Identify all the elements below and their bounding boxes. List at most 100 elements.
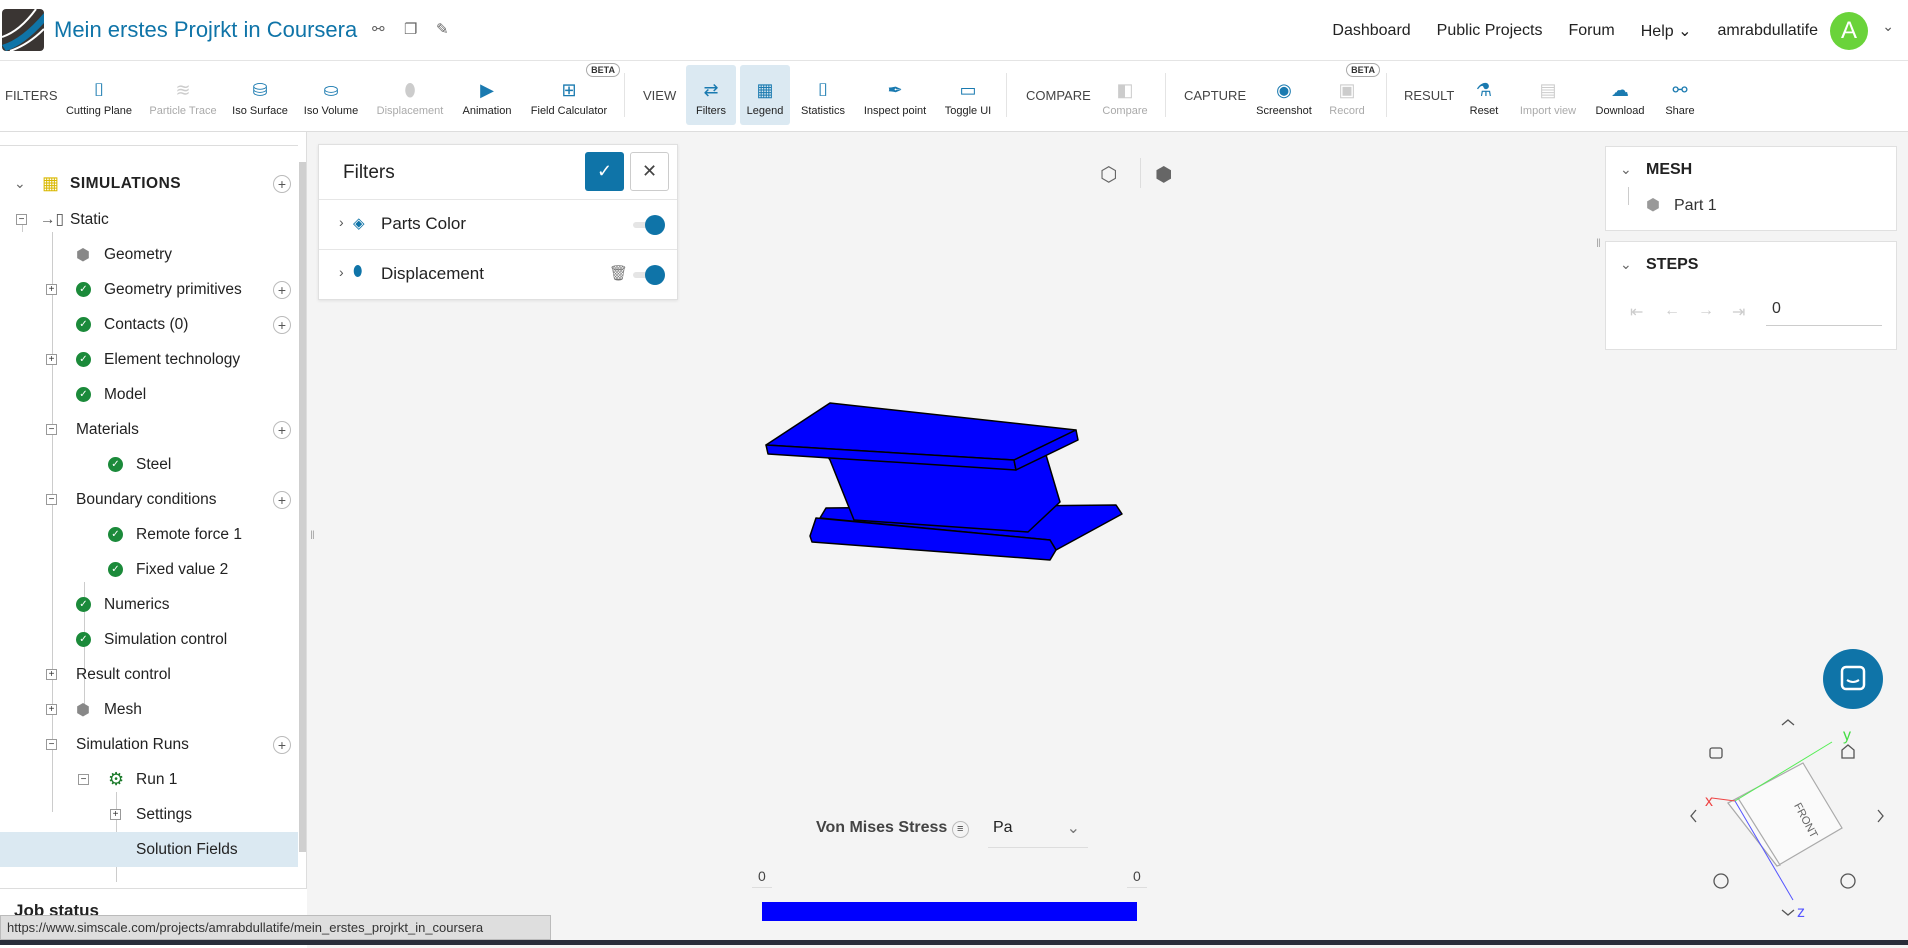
username[interactable]: amrabdullatife — [1718, 22, 1819, 40]
collapse-icon[interactable]: − — [16, 214, 27, 225]
screenshot-button[interactable]: ◉ Screenshot — [1254, 65, 1314, 125]
filters-button[interactable]: ⇄ Filters — [686, 65, 736, 125]
add-button[interactable]: + — [273, 490, 291, 509]
collapse-icon[interactable]: − — [46, 424, 57, 435]
nav-public-projects[interactable]: Public Projects — [1437, 22, 1543, 40]
tree-item[interactable]: ✓ Fixed value 2 — [0, 552, 298, 587]
view-navigator[interactable]: FRONT y x z — [1660, 700, 1908, 940]
chevron-down-icon[interactable]: ⌄ — [1620, 256, 1632, 273]
prev-step-icon[interactable]: ← — [1664, 302, 1680, 320]
tree-item[interactable]: + Settings — [0, 797, 298, 832]
expand-icon[interactable]: + — [46, 284, 57, 295]
simscale-logo[interactable] — [2, 9, 44, 51]
chevron-right-icon[interactable]: › — [339, 214, 344, 230]
add-button[interactable]: + — [273, 280, 291, 299]
expand-icon[interactable]: + — [46, 354, 57, 365]
filters-icon: ⇄ — [703, 80, 719, 100]
particle-trace-button[interactable]: ≋ Particle Trace — [146, 65, 220, 125]
tree-item[interactable]: ✓ Contacts (0) + — [0, 307, 298, 342]
edit-pencil-icon[interactable]: ✎ — [436, 20, 449, 38]
collapse-icon[interactable]: − — [78, 774, 89, 785]
part-item[interactable]: Part 1 — [1674, 197, 1717, 215]
tree-item[interactable]: ✓ Numerics — [0, 587, 298, 622]
iso-volume-button[interactable]: ⛀ Iso Volume — [300, 65, 362, 125]
collapse-icon[interactable]: − — [46, 739, 57, 750]
legend-menu-icon[interactable]: ≡ — [951, 821, 969, 838]
sidebar-scrollbar[interactable] — [299, 162, 306, 852]
avatar[interactable]: A — [1830, 11, 1868, 50]
compare-button[interactable]: ◧ Compare — [1098, 65, 1152, 125]
filter-displacement[interactable]: › ⬮ Displacement 🗑 — [319, 250, 677, 300]
import-view-button[interactable]: ▤ Import view — [1514, 65, 1582, 125]
animation-button[interactable]: ▶ Animation — [456, 65, 518, 125]
tree-item[interactable]: + Result control — [0, 657, 298, 692]
add-button[interactable]: + — [273, 315, 291, 334]
first-step-icon[interactable]: ⇤ — [1630, 302, 1643, 322]
record-button[interactable]: BETA ▣ Record — [1322, 63, 1380, 125]
displacement-button[interactable]: ⬮ Displacement — [372, 65, 448, 125]
tree-item[interactable]: − ⚙ Run 1 — [0, 762, 298, 797]
next-step-icon[interactable]: → — [1698, 302, 1714, 320]
tree-item[interactable]: ✓ Simulation control — [0, 622, 298, 657]
add-simulation-button[interactable]: + — [273, 174, 291, 193]
filter-parts-color[interactable]: › ◈ Parts Color — [319, 200, 677, 250]
nav-dashboard[interactable]: Dashboard — [1332, 22, 1410, 40]
tree-item[interactable]: − Simulation Runs + — [0, 727, 298, 762]
chevron-down-icon[interactable]: ⌄ — [1620, 161, 1632, 178]
iso-volume-icon: ⛀ — [323, 80, 339, 100]
label: Share — [1665, 105, 1695, 117]
inspect-point-button[interactable]: ✒ Inspect point — [860, 65, 930, 125]
statistics-button[interactable]: ⌷ Statistics — [796, 65, 850, 125]
add-button[interactable]: + — [273, 735, 291, 754]
confirm-button[interactable]: ✓ — [585, 152, 624, 191]
tree-item[interactable]: ✓ Steel — [0, 447, 298, 482]
tree-item[interactable]: ✓ Model — [0, 377, 298, 412]
field-calculator-button[interactable]: BETA ⊞ Field Calculator — [526, 63, 620, 125]
chevron-down-icon[interactable]: ⌄ — [14, 175, 26, 192]
chevron-right-icon[interactable]: › — [339, 264, 344, 280]
legend-button[interactable]: ▦ Legend — [740, 65, 790, 125]
resize-handle[interactable]: ‖ — [310, 528, 315, 542]
toggle-ui-button[interactable]: ▭ Toggle UI — [940, 65, 996, 125]
collapse-icon[interactable]: − — [46, 494, 57, 505]
expand-icon[interactable]: + — [46, 704, 57, 715]
view-cube-solid-icon[interactable]: ⬢ — [1155, 162, 1172, 187]
tree-item[interactable]: − Boundary conditions + — [0, 482, 298, 517]
x-label: x — [1705, 793, 1713, 810]
cutting-plane-button[interactable]: ⌷ Cutting Plane — [64, 65, 134, 125]
resize-handle[interactable]: ‖ — [1596, 236, 1601, 250]
last-step-icon[interactable]: ⇥ — [1732, 302, 1745, 322]
iso-surface-icon: ⛁ — [252, 80, 268, 100]
tree-item[interactable]: Solution Fields — [0, 832, 298, 867]
expand-icon[interactable]: + — [110, 809, 121, 820]
download-button[interactable]: ☁ Download — [1590, 65, 1650, 125]
tree-item[interactable]: ✓ Remote force 1 — [0, 517, 298, 552]
nav-forum[interactable]: Forum — [1569, 22, 1615, 40]
nav-help[interactable]: Help ⌄ — [1641, 21, 1692, 41]
parts-color-toggle[interactable] — [633, 215, 665, 235]
trash-icon[interactable]: 🗑 — [609, 264, 628, 282]
tree-item[interactable]: + ✓ Geometry primitives + — [0, 272, 298, 307]
share-icon[interactable]: ⚯ — [372, 20, 385, 38]
tree-item[interactable]: − Materials + — [0, 412, 298, 447]
add-button[interactable]: + — [273, 420, 291, 439]
user-menu-chevron-icon[interactable]: ⌄ — [1882, 18, 1894, 35]
reset-button[interactable]: ⚗ Reset — [1462, 65, 1506, 125]
iso-surface-button[interactable]: ⛁ Iso Surface — [228, 65, 292, 125]
share-button[interactable]: ⚯ Share — [1658, 65, 1702, 125]
close-button[interactable]: ✕ — [630, 152, 669, 191]
tree-item[interactable]: + ✓ Element technology — [0, 342, 298, 377]
displacement-toggle[interactable] — [633, 265, 665, 285]
i-beam-model[interactable] — [750, 390, 1140, 570]
tree-item[interactable]: − →▯ Static — [0, 202, 298, 237]
legend-max[interactable]: 0 — [1127, 868, 1147, 888]
copy-icon[interactable]: ❐ — [404, 20, 417, 38]
tree-item[interactable]: + ⬢ Mesh — [0, 692, 298, 727]
unit-select[interactable]: Pa ⌄ — [988, 812, 1088, 848]
tree-item[interactable]: ⬢ Geometry — [0, 237, 298, 272]
view-cube-wireframe-icon[interactable]: ⬡ — [1100, 162, 1117, 187]
section-simulations[interactable]: ⌄ ▦ SIMULATIONS + — [0, 166, 298, 201]
step-input[interactable]: 0 — [1766, 294, 1882, 326]
expand-icon[interactable]: + — [46, 669, 57, 680]
legend-min[interactable]: 0 — [752, 868, 772, 888]
